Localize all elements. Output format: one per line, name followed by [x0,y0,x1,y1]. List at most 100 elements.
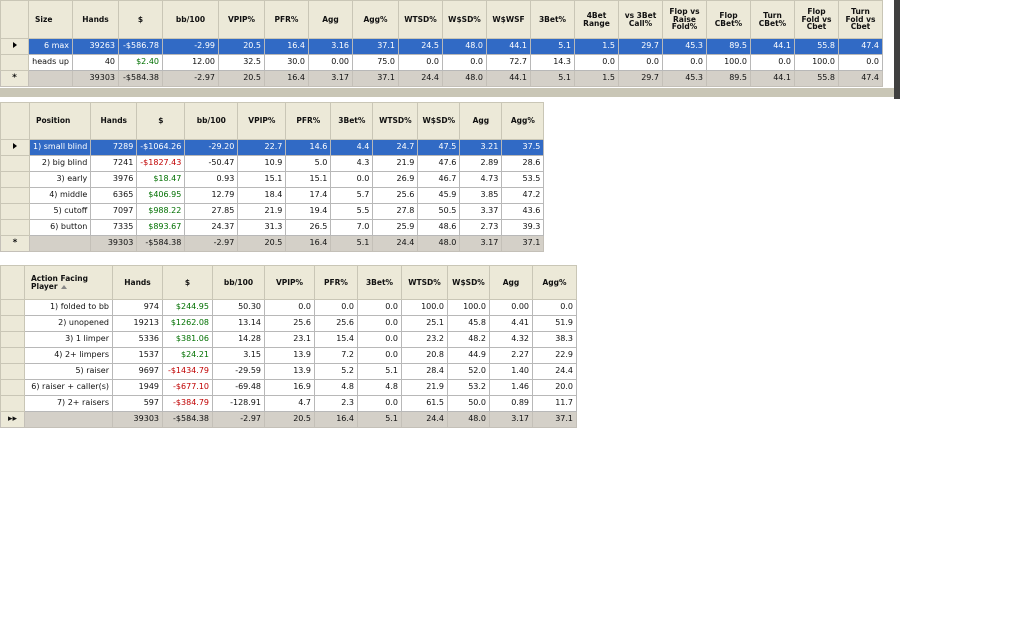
column-header-flop-vs-raise-fold[interactable]: Flop vs Raise Fold% [662,0,707,39]
table-row[interactable]: 6) raiser + caller(s) 1949 -$677.10 -69.48 1… [0,379,577,396]
row-selector[interactable] [0,347,25,364]
table-row[interactable]: 7) 2+ raisers 597 -$384.79 -128.91 4.7 2.3 0.0… [0,395,577,412]
table-row[interactable]: 2) big blind 7241 -$1827.43 -50.47 10.9 5.0 4.… [0,155,545,172]
row-selector[interactable] [0,299,25,316]
column-header-vpip[interactable]: VPIP% [218,0,265,39]
table-row[interactable]: 3) early 3976 $18.47 0.93 15.1 15.1 0.0 26.9 46.… [0,171,545,188]
cell-pfr: 14.6 [285,139,332,156]
column-header-hands[interactable]: Hands [112,265,163,300]
column-header-action-facing-player[interactable]: Action Facing Player [24,265,113,300]
cell-vpip: 32.5 [218,54,265,71]
cell-flop-cbet: 89.5 [706,38,751,55]
total-agg: 37.1 [352,70,399,87]
cell-3bet: 14.3 [530,54,575,71]
column-header-label: $ [137,14,144,24]
column-header-vs-3bet-call[interactable]: vs 3Bet Call% [618,0,663,39]
cell-vpip: 13.9 [264,363,315,380]
column-header-3bet[interactable]: 3Bet% [330,102,374,140]
row-selector[interactable] [0,219,30,236]
column-header-label: VPIP% [275,277,304,287]
column-header-w-sd[interactable]: W$SD% [447,265,490,300]
column-header-[interactable]: $ [118,0,163,39]
table-row[interactable]: 6 max 39263 -$586.78 -2.99 20.5 16.4 3.16 37.1 2… [0,38,883,55]
row-category-cell: 4) middle [28,187,92,204]
column-header-flop-cbet[interactable]: Flop CBet% [706,0,751,39]
cell-agg: 1.46 [489,379,533,396]
row-selector[interactable] [0,54,29,71]
row-selector[interactable] [0,331,25,348]
row-selector[interactable] [0,155,30,172]
column-header-vpip[interactable]: VPIP% [237,102,287,140]
table-row[interactable]: 2) unopened 19213 $1262.08 13.14 25.6 25.6 0.0… [0,315,577,332]
total-wtsd: 24.4 [372,235,419,252]
cell-w-sd: 48.0 [442,38,487,55]
column-header-label: Agg [502,277,520,287]
total-vpip: 20.5 [218,70,265,87]
table-row[interactable]: 5) cutoff 7097 $988.22 27.85 21.9 19.4 5.5 27.8… [0,203,545,220]
column-header-agg[interactable]: Agg% [352,0,399,39]
size-grid-horizontal-scrollbar[interactable] [0,88,896,97]
column-header-3bet[interactable]: 3Bet% [530,0,575,39]
column-header-[interactable]: $ [162,265,213,300]
cell-agg: 75.0 [352,54,399,71]
row-selector[interactable] [0,139,30,156]
column-header-agg[interactable]: Agg [459,102,503,140]
column-header-flop-fold-vs-cbet[interactable]: Flop Fold vs Cbet [794,0,839,39]
column-header-agg[interactable]: Agg% [532,265,577,300]
column-header-[interactable]: $ [136,102,186,140]
column-header-wtsd[interactable]: WTSD% [372,102,419,140]
table-row[interactable]: 6) button 7335 $893.67 24.37 31.3 26.5 7.0 25.9… [0,219,545,236]
column-header-4bet-range[interactable]: 4Bet Range [574,0,619,39]
column-header-agg[interactable]: Agg [308,0,353,39]
column-header-3bet[interactable]: 3Bet% [357,265,402,300]
column-header-turn-fold-vs-cbet[interactable]: Turn Fold vs Cbet [838,0,883,39]
column-header-bb-100[interactable]: bb/100 [212,265,265,300]
column-header-pfr[interactable]: PFR% [264,0,309,39]
column-header-turn-cbet[interactable]: Turn CBet% [750,0,795,39]
table-row[interactable]: 3) 1 limper 5336 $381.06 14.28 23.1 15.4 0.0 23… [0,331,577,348]
row-selector[interactable] [0,395,25,412]
cell-wtsd: 0.0 [398,54,443,71]
size-table: Size Hands $ bb/100 VPIP% PFR% Agg Agg% WTSD% W$S… [0,0,883,87]
table-row[interactable]: 1) folded to bb 974 $244.95 50.30 0.0 0.0 0.0 1… [0,299,577,316]
column-header-label: Position [36,116,71,126]
cell-: -$1064.26 [136,139,186,156]
cell-bb-100: 12.79 [184,187,239,204]
table-row[interactable]: 5) raiser 9697 -$1434.79 -29.59 13.9 5.2 5.1 28… [0,363,577,380]
table-row[interactable]: 4) middle 6365 $406.95 12.79 18.4 17.4 5.7 25.6… [0,187,545,204]
table-row[interactable]: 4) 2+ limpers 1537 $24.21 3.15 13.9 7.2 0.0 20.… [0,347,577,364]
column-header-bb-100[interactable]: bb/100 [184,102,239,140]
column-header-wtsd[interactable]: WTSD% [401,265,448,300]
action-facing-table: Action Facing Player Hands $ bb/100 VPIP% PFR… [0,265,577,428]
column-header-pfr[interactable]: PFR% [285,102,332,140]
column-header-w-wsf[interactable]: W$WSF [486,0,531,39]
total-agg: 3.17 [489,411,533,428]
row-selector[interactable] [0,203,30,220]
row-selector[interactable] [0,379,25,396]
column-header-vpip[interactable]: VPIP% [264,265,315,300]
column-header-hands[interactable]: Hands [90,102,138,140]
row-selector[interactable] [0,171,30,188]
cell-pfr: 4.8 [314,379,358,396]
column-header-label: W$WSF [492,14,525,24]
column-header-position[interactable]: Position [28,102,92,140]
row-selector[interactable] [0,363,25,380]
column-header-label: 4Bet Range [583,10,610,28]
table-row[interactable]: 1) small blind 7289 -$1064.26 -29.20 22.7 14.… [0,139,545,156]
cell-hands: 40 [72,54,119,71]
column-header-agg[interactable]: Agg [489,265,533,300]
cell-: $18.47 [136,171,186,188]
column-header-agg[interactable]: Agg% [501,102,545,140]
column-header-bb-100[interactable]: bb/100 [162,0,219,39]
row-selector[interactable] [0,38,29,55]
row-selector[interactable] [0,187,30,204]
cell-vpip: 13.9 [264,347,315,364]
table-row[interactable]: heads up 40 $2.40 12.00 32.5 30.0 0.00 75.0 0.0 0… [0,54,883,71]
row-selector[interactable] [0,315,25,332]
column-header-w-sd[interactable]: W$SD% [442,0,487,39]
column-header-hands[interactable]: Hands [72,0,119,39]
column-header-w-sd[interactable]: W$SD% [417,102,461,140]
column-header-wtsd[interactable]: WTSD% [398,0,443,39]
column-header-pfr[interactable]: PFR% [314,265,358,300]
column-header-size[interactable]: Size [28,0,73,39]
